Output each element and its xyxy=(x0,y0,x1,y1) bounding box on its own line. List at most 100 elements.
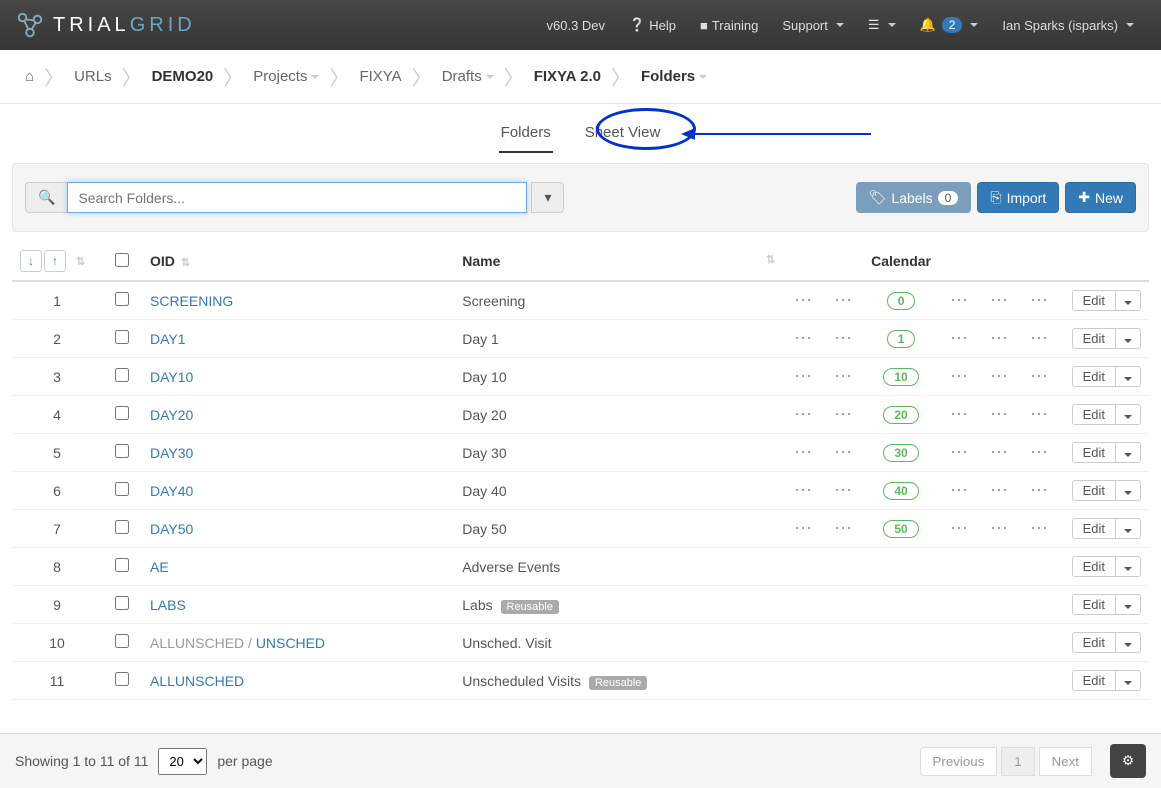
calendar-value[interactable]: 50 xyxy=(883,520,918,538)
next-button[interactable]: Next xyxy=(1039,747,1092,776)
oid-link[interactable]: SCREENING xyxy=(150,293,233,309)
ellipsis-icon[interactable]: ⋯ xyxy=(950,290,968,310)
brand-logo[interactable]: TRIALGRID xyxy=(15,10,196,40)
edit-dropdown[interactable] xyxy=(1116,670,1141,691)
ellipsis-icon[interactable]: ⋯ xyxy=(1030,328,1048,348)
edit-button[interactable]: Edit xyxy=(1072,670,1116,691)
ellipsis-icon[interactable]: ⋯ xyxy=(950,480,968,500)
ellipsis-icon[interactable]: ⋯ xyxy=(794,404,812,424)
labels-button[interactable]: 🏷Labels0 xyxy=(856,182,972,213)
oid-link[interactable]: LABS xyxy=(150,597,186,613)
ellipsis-icon[interactable]: ⋯ xyxy=(990,290,1008,310)
edit-dropdown[interactable] xyxy=(1116,404,1141,425)
ellipsis-icon[interactable]: ⋯ xyxy=(1030,404,1048,424)
edit-dropdown[interactable] xyxy=(1116,632,1141,653)
search-input[interactable] xyxy=(67,182,527,213)
row-checkbox[interactable] xyxy=(115,406,129,420)
ellipsis-icon[interactable]: ⋯ xyxy=(834,366,852,386)
bc-demo[interactable]: DEMO20 xyxy=(142,64,224,89)
ellipsis-icon[interactable]: ⋯ xyxy=(950,442,968,462)
ellipsis-icon[interactable]: ⋯ xyxy=(794,480,812,500)
oid-link[interactable]: DAY40 xyxy=(150,483,193,499)
support-menu[interactable]: Support xyxy=(770,18,856,33)
select-all-checkbox[interactable] xyxy=(115,253,129,267)
ellipsis-icon[interactable]: ⋯ xyxy=(834,480,852,500)
bc-folders[interactable]: Folders xyxy=(631,64,717,89)
edit-dropdown[interactable] xyxy=(1116,328,1141,349)
row-checkbox[interactable] xyxy=(115,672,129,686)
ellipsis-icon[interactable]: ⋯ xyxy=(794,366,812,386)
edit-dropdown[interactable] xyxy=(1116,518,1141,539)
filter-button[interactable]: ▾ xyxy=(531,182,564,213)
bc-urls[interactable]: URLs xyxy=(64,64,122,89)
edit-dropdown[interactable] xyxy=(1116,594,1141,615)
edit-button[interactable]: Edit xyxy=(1072,366,1116,387)
oid-link[interactable]: DAY30 xyxy=(150,445,193,461)
per-page-select[interactable]: 20 xyxy=(158,748,207,775)
row-checkbox[interactable] xyxy=(115,482,129,496)
page-1-button[interactable]: 1 xyxy=(1001,747,1034,776)
bc-drafts[interactable]: Drafts xyxy=(432,64,504,89)
row-checkbox[interactable] xyxy=(115,634,129,648)
calendar-value[interactable]: 1 xyxy=(887,330,916,348)
ellipsis-icon[interactable]: ⋯ xyxy=(1030,442,1048,462)
ellipsis-icon[interactable]: ⋯ xyxy=(834,518,852,538)
ellipsis-icon[interactable]: ⋯ xyxy=(950,404,968,424)
tab-sheet-view[interactable]: Sheet View xyxy=(583,116,663,153)
ellipsis-icon[interactable]: ⋯ xyxy=(990,366,1008,386)
edit-button[interactable]: Edit xyxy=(1072,404,1116,425)
bc-projects[interactable]: Projects xyxy=(243,64,329,89)
ellipsis-icon[interactable]: ⋯ xyxy=(794,442,812,462)
calendar-value[interactable]: 20 xyxy=(883,406,918,424)
oid-link[interactable]: DAY50 xyxy=(150,521,193,537)
edit-dropdown[interactable] xyxy=(1116,556,1141,577)
oid-link[interactable]: DAY10 xyxy=(150,369,193,385)
calendar-value[interactable]: 30 xyxy=(883,444,918,462)
ellipsis-icon[interactable]: ⋯ xyxy=(990,480,1008,500)
ellipsis-icon[interactable]: ⋯ xyxy=(794,328,812,348)
move-up-button[interactable]: ↑ xyxy=(44,250,66,272)
row-checkbox[interactable] xyxy=(115,520,129,534)
move-down-button[interactable]: ↓ xyxy=(20,250,42,272)
user-menu[interactable]: Ian Sparks (isparks) xyxy=(990,18,1146,33)
ellipsis-icon[interactable]: ⋯ xyxy=(990,518,1008,538)
ellipsis-icon[interactable]: ⋯ xyxy=(1030,290,1048,310)
ellipsis-icon[interactable]: ⋯ xyxy=(1030,480,1048,500)
oid-link[interactable]: ALLUNSCHED xyxy=(150,673,244,689)
ellipsis-icon[interactable]: ⋯ xyxy=(794,290,812,310)
bc-fixya[interactable]: FIXYA xyxy=(349,64,411,89)
row-checkbox[interactable] xyxy=(115,596,129,610)
row-checkbox[interactable] xyxy=(115,330,129,344)
oid-link[interactable]: AE xyxy=(150,559,169,575)
oid-link[interactable]: DAY1 xyxy=(150,331,186,347)
row-checkbox[interactable] xyxy=(115,558,129,572)
oid-link[interactable]: DAY20 xyxy=(150,407,193,423)
notifications-menu[interactable]: 🔔2 xyxy=(908,17,991,33)
ellipsis-icon[interactable]: ⋯ xyxy=(950,328,968,348)
ellipsis-icon[interactable]: ⋯ xyxy=(990,328,1008,348)
edit-dropdown[interactable] xyxy=(1116,290,1141,311)
edit-button[interactable]: Edit xyxy=(1072,632,1116,653)
edit-dropdown[interactable] xyxy=(1116,480,1141,501)
tab-folders[interactable]: Folders xyxy=(499,116,553,153)
calendar-value[interactable]: 40 xyxy=(883,482,918,500)
help-link[interactable]: ❔Help xyxy=(617,17,688,33)
ellipsis-icon[interactable]: ⋯ xyxy=(950,366,968,386)
prev-button[interactable]: Previous xyxy=(920,747,998,776)
edit-dropdown[interactable] xyxy=(1116,442,1141,463)
training-link[interactable]: ■Training xyxy=(688,18,770,33)
ellipsis-icon[interactable]: ⋯ xyxy=(834,404,852,424)
ellipsis-icon[interactable]: ⋯ xyxy=(950,518,968,538)
ellipsis-icon[interactable]: ⋯ xyxy=(990,404,1008,424)
bc-fixya2[interactable]: FIXYA 2.0 xyxy=(524,64,611,89)
edit-dropdown[interactable] xyxy=(1116,366,1141,387)
settings-button[interactable]: ⚙ xyxy=(1110,744,1146,778)
calendar-value[interactable]: 10 xyxy=(883,368,918,386)
ellipsis-icon[interactable]: ⋯ xyxy=(1030,518,1048,538)
ellipsis-icon[interactable]: ⋯ xyxy=(834,328,852,348)
edit-button[interactable]: Edit xyxy=(1072,556,1116,577)
ellipsis-icon[interactable]: ⋯ xyxy=(1030,366,1048,386)
import-button[interactable]: ⎘Import xyxy=(977,182,1059,213)
edit-button[interactable]: Edit xyxy=(1072,480,1116,501)
edit-button[interactable]: Edit xyxy=(1072,518,1116,539)
